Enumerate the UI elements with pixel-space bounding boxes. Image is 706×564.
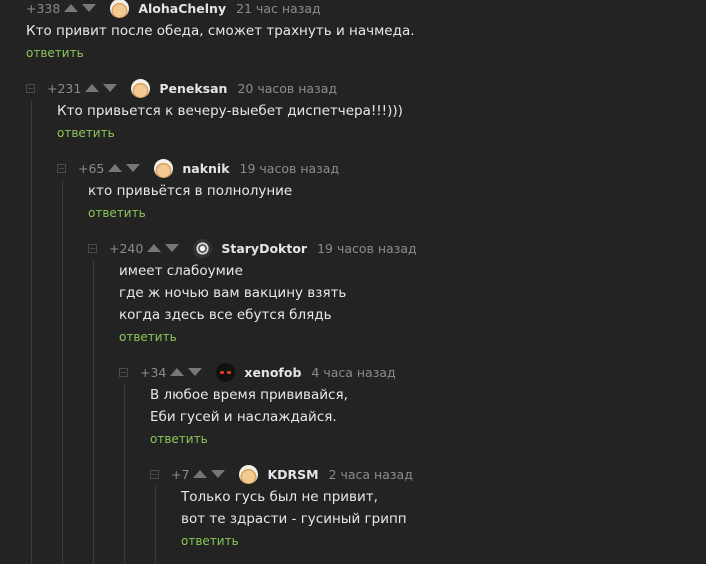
thread-line xyxy=(62,180,63,564)
comment-username[interactable]: xenofob xyxy=(244,365,301,380)
upvote-icon[interactable] xyxy=(147,244,162,252)
reply-link[interactable]: ответить xyxy=(88,206,146,220)
comment-rating: +7 xyxy=(171,466,190,482)
upvote-icon[interactable] xyxy=(85,84,100,92)
comment: +240 StaryDoktor 19 часов назад имеет сл… xyxy=(88,238,706,345)
reply-link[interactable]: ответить xyxy=(57,126,115,140)
comment-header: +34 xenofob 4 часа назад xyxy=(119,362,706,382)
reply-link[interactable]: ответить xyxy=(26,46,84,60)
comment-text: кто привьётся в полнолуние xyxy=(88,180,706,202)
comment: +338 AlohaChelny 21 час назад Кто привит… xyxy=(26,0,706,61)
comment-text: Только гусь был не привит, вот те здраст… xyxy=(181,486,706,530)
cat-avatar-icon[interactable] xyxy=(154,158,174,178)
comment-line: где ж ночью вам вакцину взять xyxy=(119,285,347,301)
thread-line xyxy=(31,100,32,564)
comment-header: +7 KDRSM 2 часа назад xyxy=(150,464,706,484)
comment-line: когда здесь все ебутся блядь xyxy=(119,307,332,323)
comment-rating: +231 xyxy=(47,80,82,96)
comment-time[interactable]: 4 часа назад xyxy=(311,365,395,380)
comment-line: вот те здрасти - гусиный грипп xyxy=(181,511,407,527)
reply-link[interactable]: ответить xyxy=(181,534,239,548)
cat-avatar-icon[interactable] xyxy=(110,0,130,18)
dark-eyes-avatar-icon[interactable] xyxy=(216,362,236,382)
reply-link[interactable]: ответить xyxy=(150,432,208,446)
comment-time[interactable]: 20 часов назад xyxy=(237,81,337,96)
comment: +231 Peneksan 20 часов назад Кто привьет… xyxy=(26,78,706,141)
downvote-icon[interactable] xyxy=(188,368,203,376)
comment-header: +231 Peneksan 20 часов назад xyxy=(26,78,706,98)
comment-time[interactable]: 2 часа назад xyxy=(329,467,413,482)
collapse-toggle-icon[interactable] xyxy=(150,469,159,479)
upvote-icon[interactable] xyxy=(64,4,79,12)
upvote-icon[interactable] xyxy=(108,164,123,172)
comment-text: Кто привьется к вечеру-выебет диспетчера… xyxy=(57,100,706,122)
comment-text: Кто привит после обеда, сможет трахнуть … xyxy=(26,20,706,42)
comment-line: Еби гусей и наслаждайся. xyxy=(150,409,337,425)
comment-username[interactable]: naknik xyxy=(182,161,229,176)
cat-avatar-icon[interactable] xyxy=(239,464,259,484)
comment-line: имеет слабоумие xyxy=(119,263,243,279)
comment-line: Кто привьется к вечеру-выебет диспетчера… xyxy=(57,103,403,119)
collapse-toggle-icon[interactable] xyxy=(119,367,128,377)
collapse-toggle-icon[interactable] xyxy=(57,163,66,173)
downvote-icon[interactable] xyxy=(82,4,97,12)
downvote-icon[interactable] xyxy=(103,84,118,92)
comment-time[interactable]: 21 час назад xyxy=(236,1,321,16)
comment-rating: +34 xyxy=(140,364,167,380)
downvote-icon[interactable] xyxy=(211,470,226,478)
reply-link[interactable]: ответить xyxy=(119,330,177,344)
comment-rating: +240 xyxy=(109,240,144,256)
collapse-toggle-icon[interactable] xyxy=(26,83,35,93)
downvote-icon[interactable] xyxy=(126,164,141,172)
comment-line: Только гусь был не привит, xyxy=(181,489,378,505)
comment-line: кто привьётся в полнолуние xyxy=(88,183,293,199)
comment-time[interactable]: 19 часов назад xyxy=(240,161,340,176)
comment: +65 naknik 19 часов назад кто привьётся … xyxy=(57,158,706,221)
comment-time[interactable]: 19 часов назад xyxy=(317,241,417,256)
cat-avatar-icon[interactable] xyxy=(131,78,151,98)
doctor-avatar-icon[interactable] xyxy=(193,238,213,258)
comment-username[interactable]: Peneksan xyxy=(159,81,227,96)
upvote-icon[interactable] xyxy=(170,368,185,376)
comment-text: имеет слабоумие где ж ночью вам вакцину … xyxy=(119,260,706,326)
comment: +7 KDRSM 2 часа назад Только гусь был не… xyxy=(150,464,706,549)
comment-header: +240 StaryDoktor 19 часов назад xyxy=(88,238,706,258)
comment: +34 xenofob 4 часа назад В любое время п… xyxy=(119,362,706,447)
comment-username[interactable]: StaryDoktor xyxy=(221,241,307,256)
comment-line: В любое время прививайся, xyxy=(150,387,348,403)
comment-line: Кто привит после обеда, сможет трахнуть … xyxy=(26,23,415,39)
comment-username[interactable]: AlohaChelny xyxy=(138,1,226,16)
comment-header: +65 naknik 19 часов назад xyxy=(57,158,706,178)
comment-rating: +65 xyxy=(78,160,105,176)
comment-header: +338 AlohaChelny 21 час назад xyxy=(26,0,706,18)
comment-username[interactable]: KDRSM xyxy=(267,467,318,482)
comment-text: В любое время прививайся, Еби гусей и на… xyxy=(150,384,706,428)
downvote-icon[interactable] xyxy=(165,244,180,252)
comment-rating: +338 xyxy=(26,0,61,16)
upvote-icon[interactable] xyxy=(193,470,208,478)
collapse-toggle-icon[interactable] xyxy=(88,243,97,253)
